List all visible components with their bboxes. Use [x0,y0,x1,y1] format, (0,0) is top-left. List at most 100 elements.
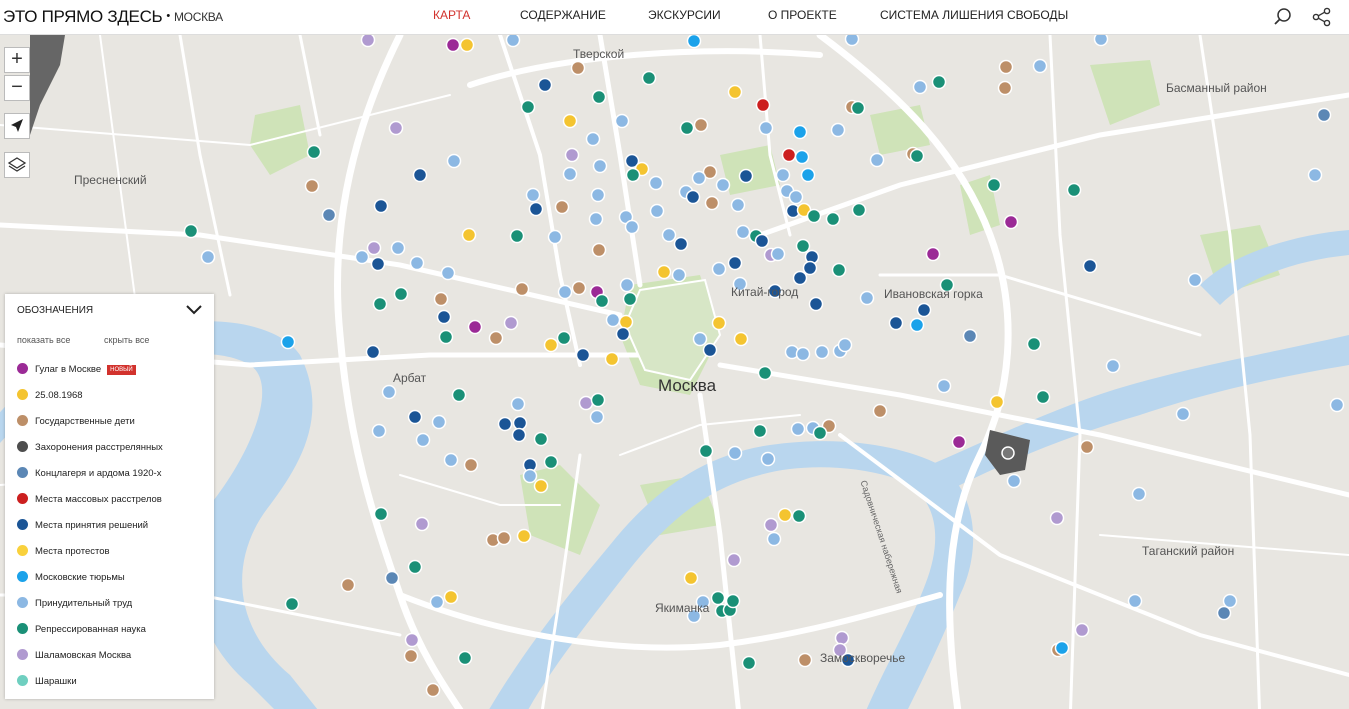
chevron-down-icon[interactable] [185,302,203,316]
map-marker[interactable] [909,148,925,164]
map-marker[interactable] [791,508,807,524]
map-marker[interactable] [1026,336,1042,352]
map-marker[interactable] [589,409,605,425]
map-marker[interactable] [936,378,952,394]
map-marker[interactable] [1006,473,1022,489]
map-marker[interactable] [467,319,483,335]
map-marker[interactable] [533,478,549,494]
map-marker[interactable] [547,229,563,245]
map-marker[interactable] [962,328,978,344]
map-marker[interactable] [738,168,754,184]
map-marker[interactable] [614,113,630,129]
map-marker[interactable] [715,177,731,193]
map-marker[interactable] [463,457,479,473]
map-marker[interactable] [321,207,337,223]
map-marker[interactable] [1079,439,1095,455]
hide-all-link[interactable]: скрыть все [104,335,149,345]
map-marker[interactable] [543,454,559,470]
map-marker[interactable] [556,330,572,346]
legend-item-1968[interactable]: 25.08.1968 [17,389,83,405]
map-marker[interactable] [808,296,824,312]
map-marker[interactable] [685,189,701,205]
map-marker[interactable] [591,242,607,258]
map-marker[interactable] [925,246,941,262]
nav-item-excursions[interactable]: ЭКСКУРСИИ [648,8,721,22]
legend-item-camps-1920s[interactable]: Концлагеря и ардома 1920-х [17,467,161,483]
map-marker[interactable] [679,120,695,136]
map-marker[interactable] [443,452,459,468]
show-all-link[interactable]: показать все [17,335,70,345]
map-marker[interactable] [414,516,430,532]
map-marker[interactable] [415,432,431,448]
nav-item-about[interactable]: О ПРОЕКТЕ [768,8,837,22]
map-marker[interactable] [691,170,707,186]
map-marker[interactable] [496,530,512,546]
map-marker[interactable] [562,166,578,182]
map-marker[interactable] [588,211,604,227]
map-marker[interactable] [557,284,573,300]
map-marker[interactable] [1187,272,1203,288]
map-marker[interactable] [366,240,382,256]
map-marker[interactable] [433,291,449,307]
map-marker[interactable] [727,255,743,271]
map-marker[interactable] [393,286,409,302]
map-marker[interactable] [1222,593,1238,609]
map-marker[interactable] [571,280,587,296]
map-marker[interactable] [510,396,526,412]
map-marker[interactable] [505,35,521,48]
map-marker[interactable] [622,291,638,307]
map-marker[interactable] [373,506,389,522]
map-marker[interactable] [431,414,447,430]
map-marker[interactable] [1049,510,1065,526]
map-marker[interactable] [461,227,477,243]
map-marker[interactable] [425,682,441,698]
map-marker[interactable] [777,507,793,523]
map-marker[interactable] [1054,640,1070,656]
map-marker[interactable] [711,261,727,277]
map-marker[interactable] [727,445,743,461]
map-marker[interactable] [615,326,631,342]
map-marker[interactable] [704,195,720,211]
map-marker[interactable] [591,89,607,105]
map-marker[interactable] [1035,389,1051,405]
map-marker[interactable] [844,35,860,47]
map-marker[interactable] [754,233,770,249]
map-marker[interactable] [1127,593,1143,609]
map-marker[interactable] [409,255,425,271]
map-marker[interactable] [1074,622,1090,638]
map-marker[interactable] [1003,214,1019,230]
map-marker[interactable] [1216,605,1232,621]
map-marker[interactable] [512,415,528,431]
map-marker[interactable] [850,100,866,116]
map-marker[interactable] [446,153,462,169]
map-marker[interactable] [438,329,454,345]
locate-button[interactable] [4,113,30,139]
map-marker[interactable] [590,187,606,203]
map-marker[interactable] [497,416,513,432]
map-marker[interactable] [511,427,527,443]
map-marker[interactable] [781,147,797,163]
map-marker[interactable] [605,312,621,328]
map-marker[interactable] [671,267,687,283]
map-marker[interactable] [1066,182,1082,198]
legend-item-shalamov[interactable]: Шаламовская Москва [17,649,131,665]
map-marker[interactable] [735,224,751,240]
map-marker[interactable] [795,346,811,362]
map-marker[interactable] [440,265,456,281]
map-marker[interactable] [372,296,388,312]
map-marker[interactable] [951,434,967,450]
map-marker[interactable] [998,59,1014,75]
map-marker[interactable] [802,260,818,276]
legend-item-prisons[interactable]: Московские тюрьмы [17,571,125,587]
zoom-in-button[interactable]: + [4,47,30,73]
map-marker[interactable] [725,593,741,609]
map-marker[interactable] [585,131,601,147]
map-marker[interactable] [931,74,947,90]
map-marker[interactable] [403,648,419,664]
map-marker[interactable] [200,249,216,265]
map-marker[interactable] [726,552,742,568]
map-marker[interactable] [661,227,677,243]
map-marker[interactable] [404,632,420,648]
map-marker[interactable] [590,392,606,408]
map-marker[interactable] [537,77,553,93]
